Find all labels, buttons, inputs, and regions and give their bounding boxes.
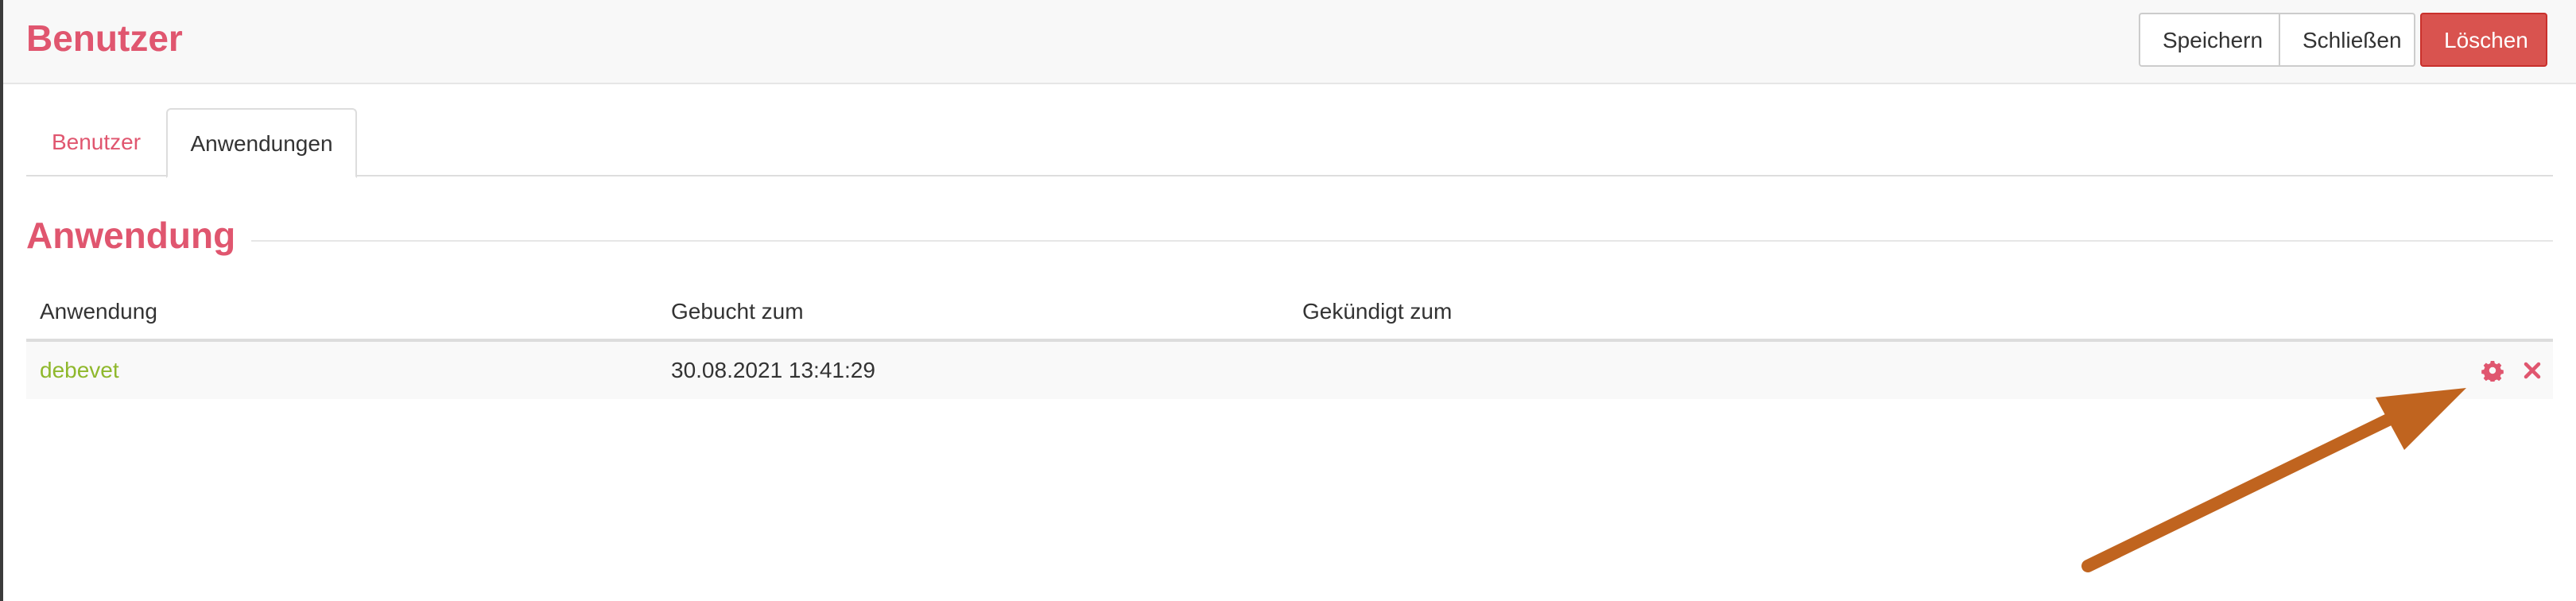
page-title: Benutzer: [26, 17, 183, 59]
close-button[interactable]: Schließen: [2279, 13, 2415, 67]
section-divider: [239, 240, 2553, 242]
gear-icon[interactable]: [2481, 359, 2504, 382]
save-button[interactable]: Speichern: [2139, 13, 2280, 67]
row-actions: [2481, 342, 2543, 399]
tab-benutzer[interactable]: Benutzer: [26, 108, 166, 176]
tab-anwendungen[interactable]: Anwendungen: [166, 108, 357, 178]
section-title: Anwendung: [26, 213, 252, 258]
applications-table: Anwendung Gebucht zum Gekündigt zum debe…: [26, 285, 2553, 399]
delete-button[interactable]: Löschen: [2420, 13, 2547, 67]
application-link[interactable]: debevet: [40, 342, 119, 399]
table-row: debevet 30.08.2021 13:41:29: [26, 342, 2553, 399]
column-header-booked: Gebucht zum: [671, 299, 804, 324]
close-icon[interactable]: [2521, 359, 2543, 382]
table-header-row: Anwendung Gebucht zum Gekündigt zum: [26, 285, 2553, 342]
column-header-cancelled: Gekündigt zum: [1302, 299, 1453, 324]
booked-date: 30.08.2021 13:41:29: [671, 358, 875, 382]
column-header-application: Anwendung: [40, 299, 157, 324]
left-window-edge: [0, 0, 3, 601]
tab-bar: Benutzer Anwendungen: [26, 108, 2553, 178]
